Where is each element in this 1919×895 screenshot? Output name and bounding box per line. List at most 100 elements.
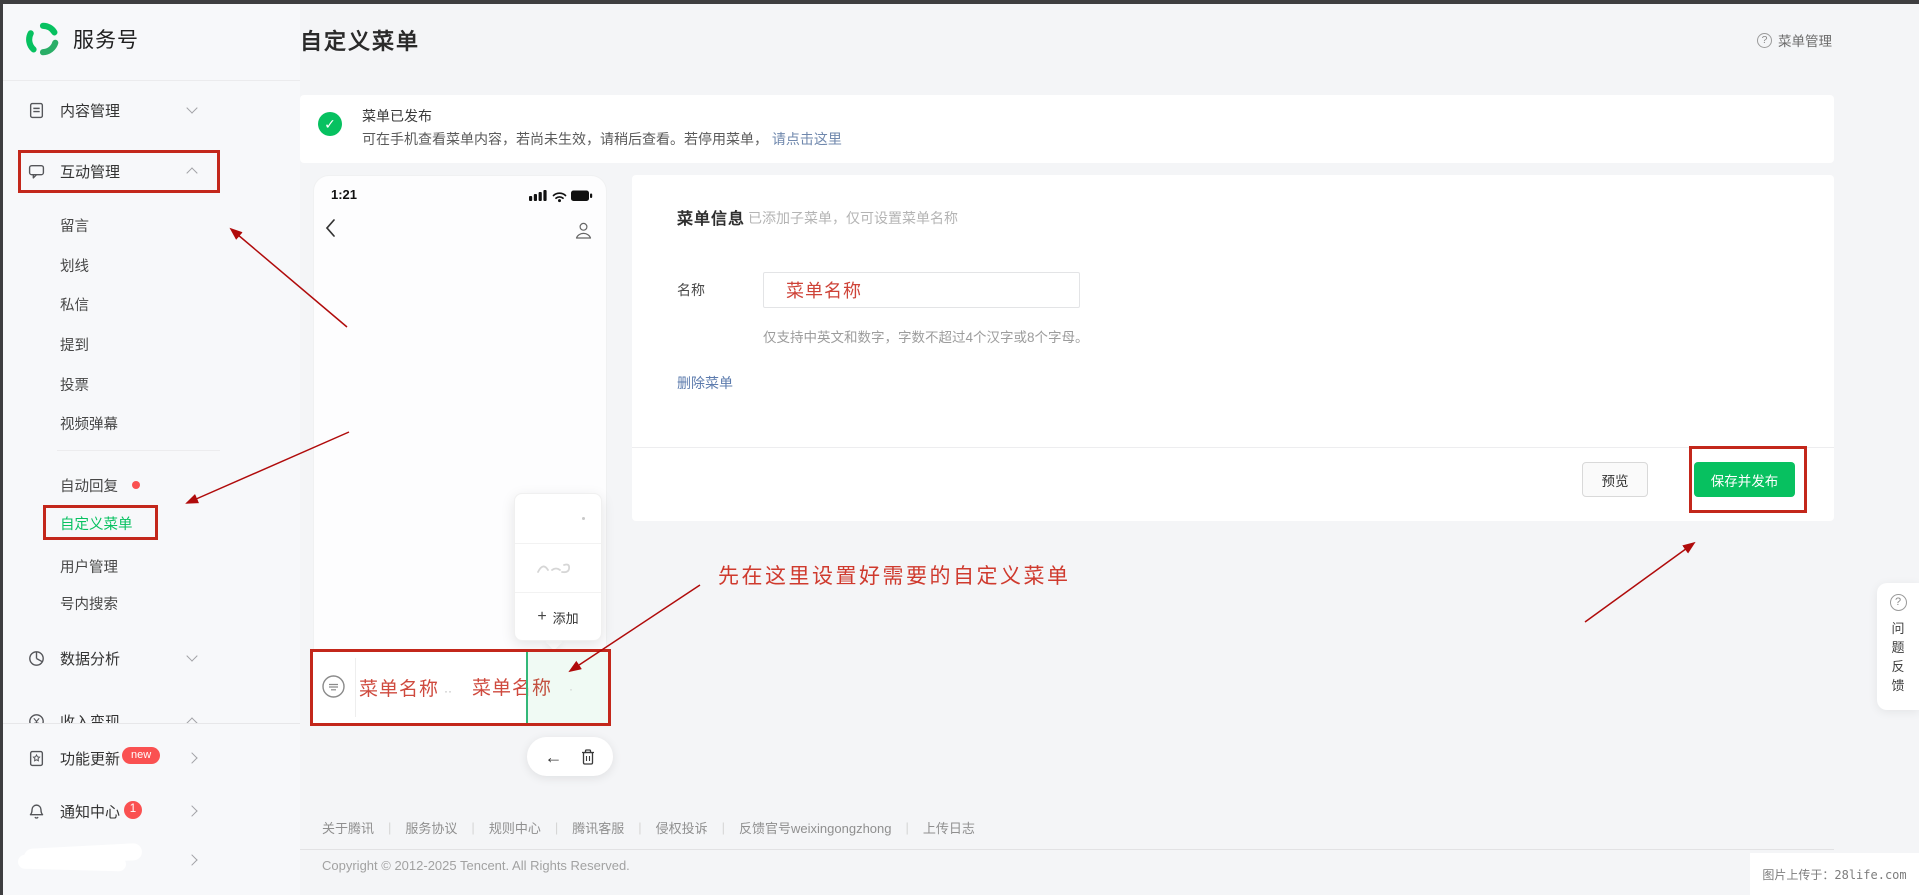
published-status-banner: ✓ 菜单已发布 可在手机查看菜单内容，若尚未生效，请稍后查看。若停用菜单， 请点… xyxy=(300,95,1834,163)
footer-link[interactable]: 上传日志 xyxy=(923,818,975,837)
unread-dot xyxy=(132,481,140,489)
status-time: 1:21 xyxy=(331,187,358,202)
footer-links: 关于腾讯 | 服务协议 | 规则中心 | 腾讯客服 | 侵权投诉 | 反馈官号w… xyxy=(322,818,975,837)
submenu-item[interactable] xyxy=(515,543,601,592)
sidebar-item-label: 功能更新 xyxy=(60,750,121,768)
success-check-icon: ✓ xyxy=(318,112,342,136)
sidebar-item-video-danmu[interactable]: 视频弹幕 xyxy=(0,408,300,438)
submenu-item[interactable] xyxy=(515,494,601,543)
sidebar-item-custom-menu[interactable]: 自定义菜单 xyxy=(0,508,300,538)
sidebar-item-interaction-management[interactable]: 互动管理 xyxy=(0,156,300,186)
footer-separator: | xyxy=(388,820,392,835)
sidebar-item-label: 投票 xyxy=(60,377,89,394)
sidebar-item-label: 通知中心 xyxy=(60,803,121,821)
footer-divider xyxy=(300,849,1834,850)
sidebar-item-feature-updates[interactable]: 功能更新 new xyxy=(0,743,300,773)
sidebar-item-label: 提到 xyxy=(60,337,89,354)
trash-icon[interactable] xyxy=(580,748,596,766)
copyright: Copyright © 2012-2025 Tencent. All Right… xyxy=(322,858,630,873)
watermark: 图片上传于：28life.com xyxy=(1750,853,1919,895)
sidebar-item-label: 内容管理 xyxy=(60,102,121,120)
section-hint: 已添加子菜单，仅可设置菜单名称 xyxy=(748,210,958,226)
add-submenu-button[interactable]: + 添加 xyxy=(515,592,601,641)
sidebar-item-auto-reply[interactable]: 自动回复 xyxy=(0,470,300,500)
question-circle-icon: ? xyxy=(1757,32,1772,48)
feedback-label: 问题反馈 xyxy=(1891,621,1905,693)
chevron-right-icon xyxy=(186,805,198,817)
notification-count-badge: 1 xyxy=(124,801,142,819)
battery-icon xyxy=(571,190,593,201)
sidebar-item-notification-center[interactable]: 通知中心 1 xyxy=(0,796,300,826)
menu-management-help-link[interactable]: ? 菜单管理 xyxy=(1757,30,1832,50)
page-title: 自定义菜单 xyxy=(300,29,421,54)
sidebar-item-user-management[interactable]: 用户管理 xyxy=(0,551,300,581)
chevron-up-icon xyxy=(186,167,198,179)
disable-menu-link[interactable]: 请点击这里 xyxy=(772,131,842,147)
status-icons xyxy=(529,188,593,203)
banner-body-text: 可在手机查看菜单内容，若尚未生效，请稍后查看。若停用菜单， xyxy=(362,131,768,147)
signal-icon xyxy=(529,190,547,201)
preview-button[interactable]: 预览 xyxy=(1582,462,1648,497)
menu-item-3-selected[interactable] xyxy=(526,652,608,723)
window-left-edge xyxy=(0,0,3,895)
save-publish-button[interactable]: 保存并发布 xyxy=(1694,462,1795,497)
sidebar-item-account-search[interactable]: 号内搜索 xyxy=(0,588,300,618)
keyboard-toggle-icon[interactable] xyxy=(321,674,346,699)
redacted-scribble xyxy=(537,563,571,574)
sidebar-item-private-message[interactable]: 私信 xyxy=(0,289,300,319)
question-circle-icon: ? xyxy=(1889,594,1907,611)
sidebar: 服务号 内容管理 互动管理 留言 划线 私信 提到 投票 视频弹幕 自动回复 自… xyxy=(0,0,300,895)
book-star-icon xyxy=(27,749,45,767)
feedback-widget[interactable]: ? 问题反馈 xyxy=(1877,583,1919,710)
sidebar-item-account[interactable] xyxy=(0,842,300,878)
back-chevron-icon[interactable] xyxy=(324,218,338,238)
bell-icon xyxy=(27,802,45,820)
sidebar-item-label: 数据分析 xyxy=(60,650,121,668)
name-label: 名称 xyxy=(677,282,705,298)
new-badge: new xyxy=(122,747,161,764)
document-icon xyxy=(27,101,45,119)
footer-link[interactable]: 服务协议 xyxy=(405,818,457,837)
sidebar-item-label: 用户管理 xyxy=(60,559,118,576)
sidebar-item-mentions[interactable]: 提到 xyxy=(0,329,300,359)
footer-link[interactable]: 侵权投诉 xyxy=(656,818,708,837)
sidebar-divider xyxy=(0,80,300,81)
sidebar-item-comments[interactable]: 留言 xyxy=(0,210,300,240)
add-label: 添加 xyxy=(552,610,579,626)
submenu-popup: + 添加 xyxy=(514,493,602,641)
profile-person-icon[interactable] xyxy=(573,220,594,241)
brand[interactable]: 服务号 xyxy=(26,22,139,56)
menu-divider xyxy=(355,658,356,717)
menu-item-1[interactable]: 菜单名称 xyxy=(359,674,439,701)
wechat-mp-admin: 服务号 内容管理 互动管理 留言 划线 私信 提到 投票 视频弹幕 自动回复 自… xyxy=(0,0,1919,895)
window-top-edge xyxy=(0,0,1919,4)
sidebar-item-label: 私信 xyxy=(60,297,89,314)
footer-separator: | xyxy=(554,820,559,835)
footer-link[interactable]: 反馈官号weixingongzhong xyxy=(739,818,891,837)
sidebar-item-underline[interactable]: 划线 xyxy=(0,250,300,280)
footer-link[interactable]: 关于腾讯 xyxy=(322,818,374,837)
sidebar-item-data-analytics[interactable]: 数据分析 xyxy=(0,643,300,673)
back-arrow-icon[interactable]: ← xyxy=(545,748,563,766)
chevron-down-icon xyxy=(186,102,198,114)
annotation-tip-text: 先在这里设置好需要的自定义菜单 xyxy=(718,564,1071,588)
menu-info-panel: 菜单信息 已添加子菜单，仅可设置菜单名称 名称 仅支持中英文和数字，字数不超过4… xyxy=(632,175,1834,521)
sidebar-item-label: 留言 xyxy=(60,218,89,235)
redacted-account-name xyxy=(17,854,127,872)
section-title: 菜单信息 xyxy=(677,211,746,228)
footer-link[interactable]: 规则中心 xyxy=(489,818,541,837)
sidebar-bottom-section: 功能更新 new 通知中心 1 xyxy=(0,723,300,895)
footer-link[interactable]: 腾讯客服 xyxy=(572,818,624,837)
sidebar-item-content-management[interactable]: 内容管理 xyxy=(0,95,300,125)
chevron-down-icon xyxy=(186,650,198,662)
arrow-to-save-button xyxy=(1584,541,1696,623)
brand-name: 服务号 xyxy=(73,29,139,52)
menu-edit-controls: ← xyxy=(527,737,613,776)
delete-menu-link[interactable]: 删除菜单 xyxy=(677,373,733,393)
plus-icon: + xyxy=(537,608,547,625)
chevron-right-icon xyxy=(186,752,198,764)
wechat-mp-logo-icon xyxy=(26,22,60,56)
sidebar-item-votes[interactable]: 投票 xyxy=(0,369,300,399)
redacted-dot: · xyxy=(569,682,573,696)
menu-name-input[interactable] xyxy=(763,272,1080,308)
